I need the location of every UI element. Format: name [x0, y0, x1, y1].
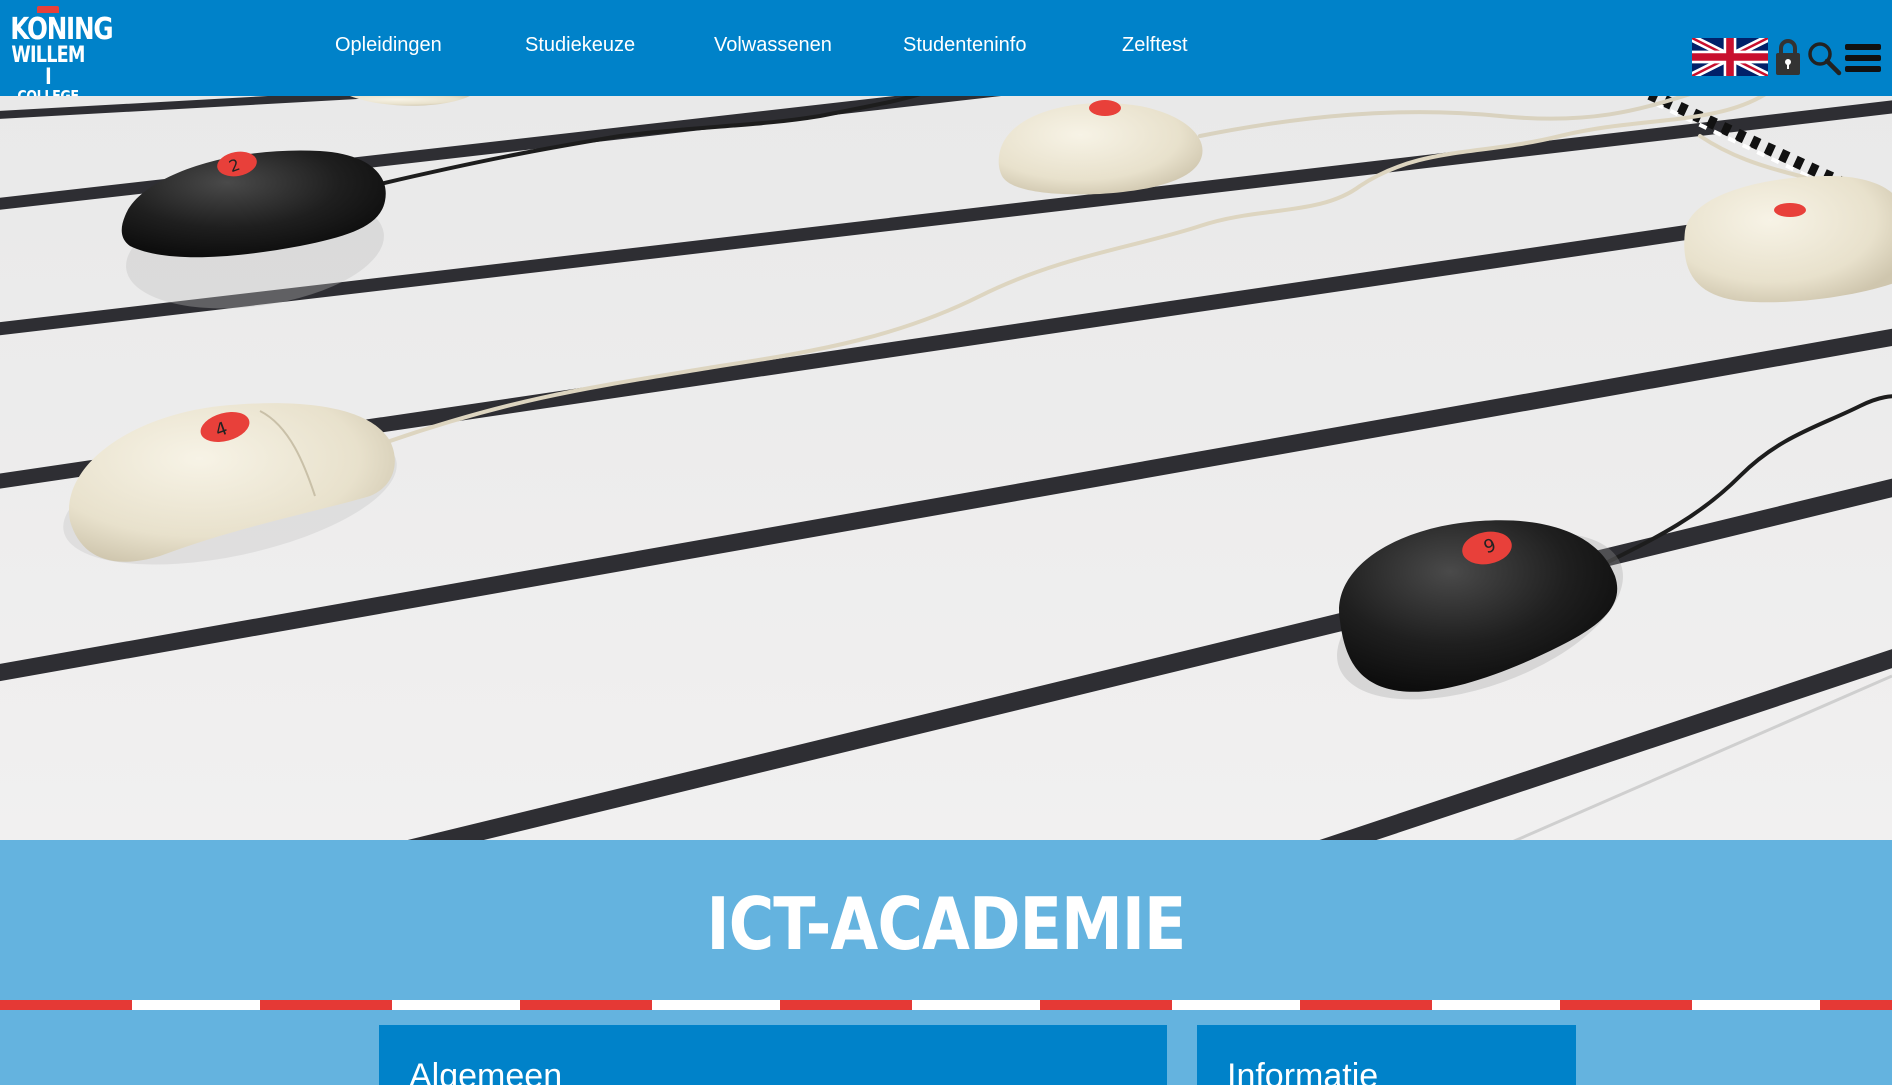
- hero-image: 2 4 6: [0, 96, 1892, 840]
- card-title-informatie: Informatie: [1227, 1057, 1379, 1085]
- computer-mice-race-photo: 2 4 6: [0, 96, 1892, 840]
- card-algemeen[interactable]: Algemeen: [379, 1025, 1167, 1085]
- page-title: ICT-ACADEMIE: [706, 882, 1187, 966]
- nav-item-volwassenen[interactable]: Volwassenen: [714, 34, 832, 57]
- koning-willem-college-logo[interactable]: KONING WILLEM I COLLEGE: [2, 6, 114, 104]
- logo-line-1: KONING: [10, 12, 113, 47]
- nav-item-studenteninfo[interactable]: Studenteninfo: [903, 34, 1026, 57]
- search-icon[interactable]: [1806, 40, 1842, 76]
- card-informatie[interactable]: Informatie: [1197, 1025, 1576, 1085]
- nav-item-opleidingen[interactable]: Opleidingen: [335, 34, 442, 57]
- uk-flag-icon[interactable]: [1692, 38, 1768, 76]
- hamburger-menu-icon[interactable]: [1845, 42, 1881, 74]
- top-navigation-bar: KONING WILLEM I COLLEGE Opleidingen Stud…: [0, 0, 1892, 104]
- card-title-algemeen: Algemeen: [409, 1057, 563, 1085]
- nav-item-studiekeuze[interactable]: Studiekeuze: [525, 34, 635, 57]
- red-white-divider-stripe: [0, 1000, 1892, 1010]
- lock-icon[interactable]: [1773, 37, 1803, 77]
- nav-item-zelftest[interactable]: Zelftest: [1122, 34, 1188, 57]
- logo-line-2: WILLEM I: [11, 43, 85, 90]
